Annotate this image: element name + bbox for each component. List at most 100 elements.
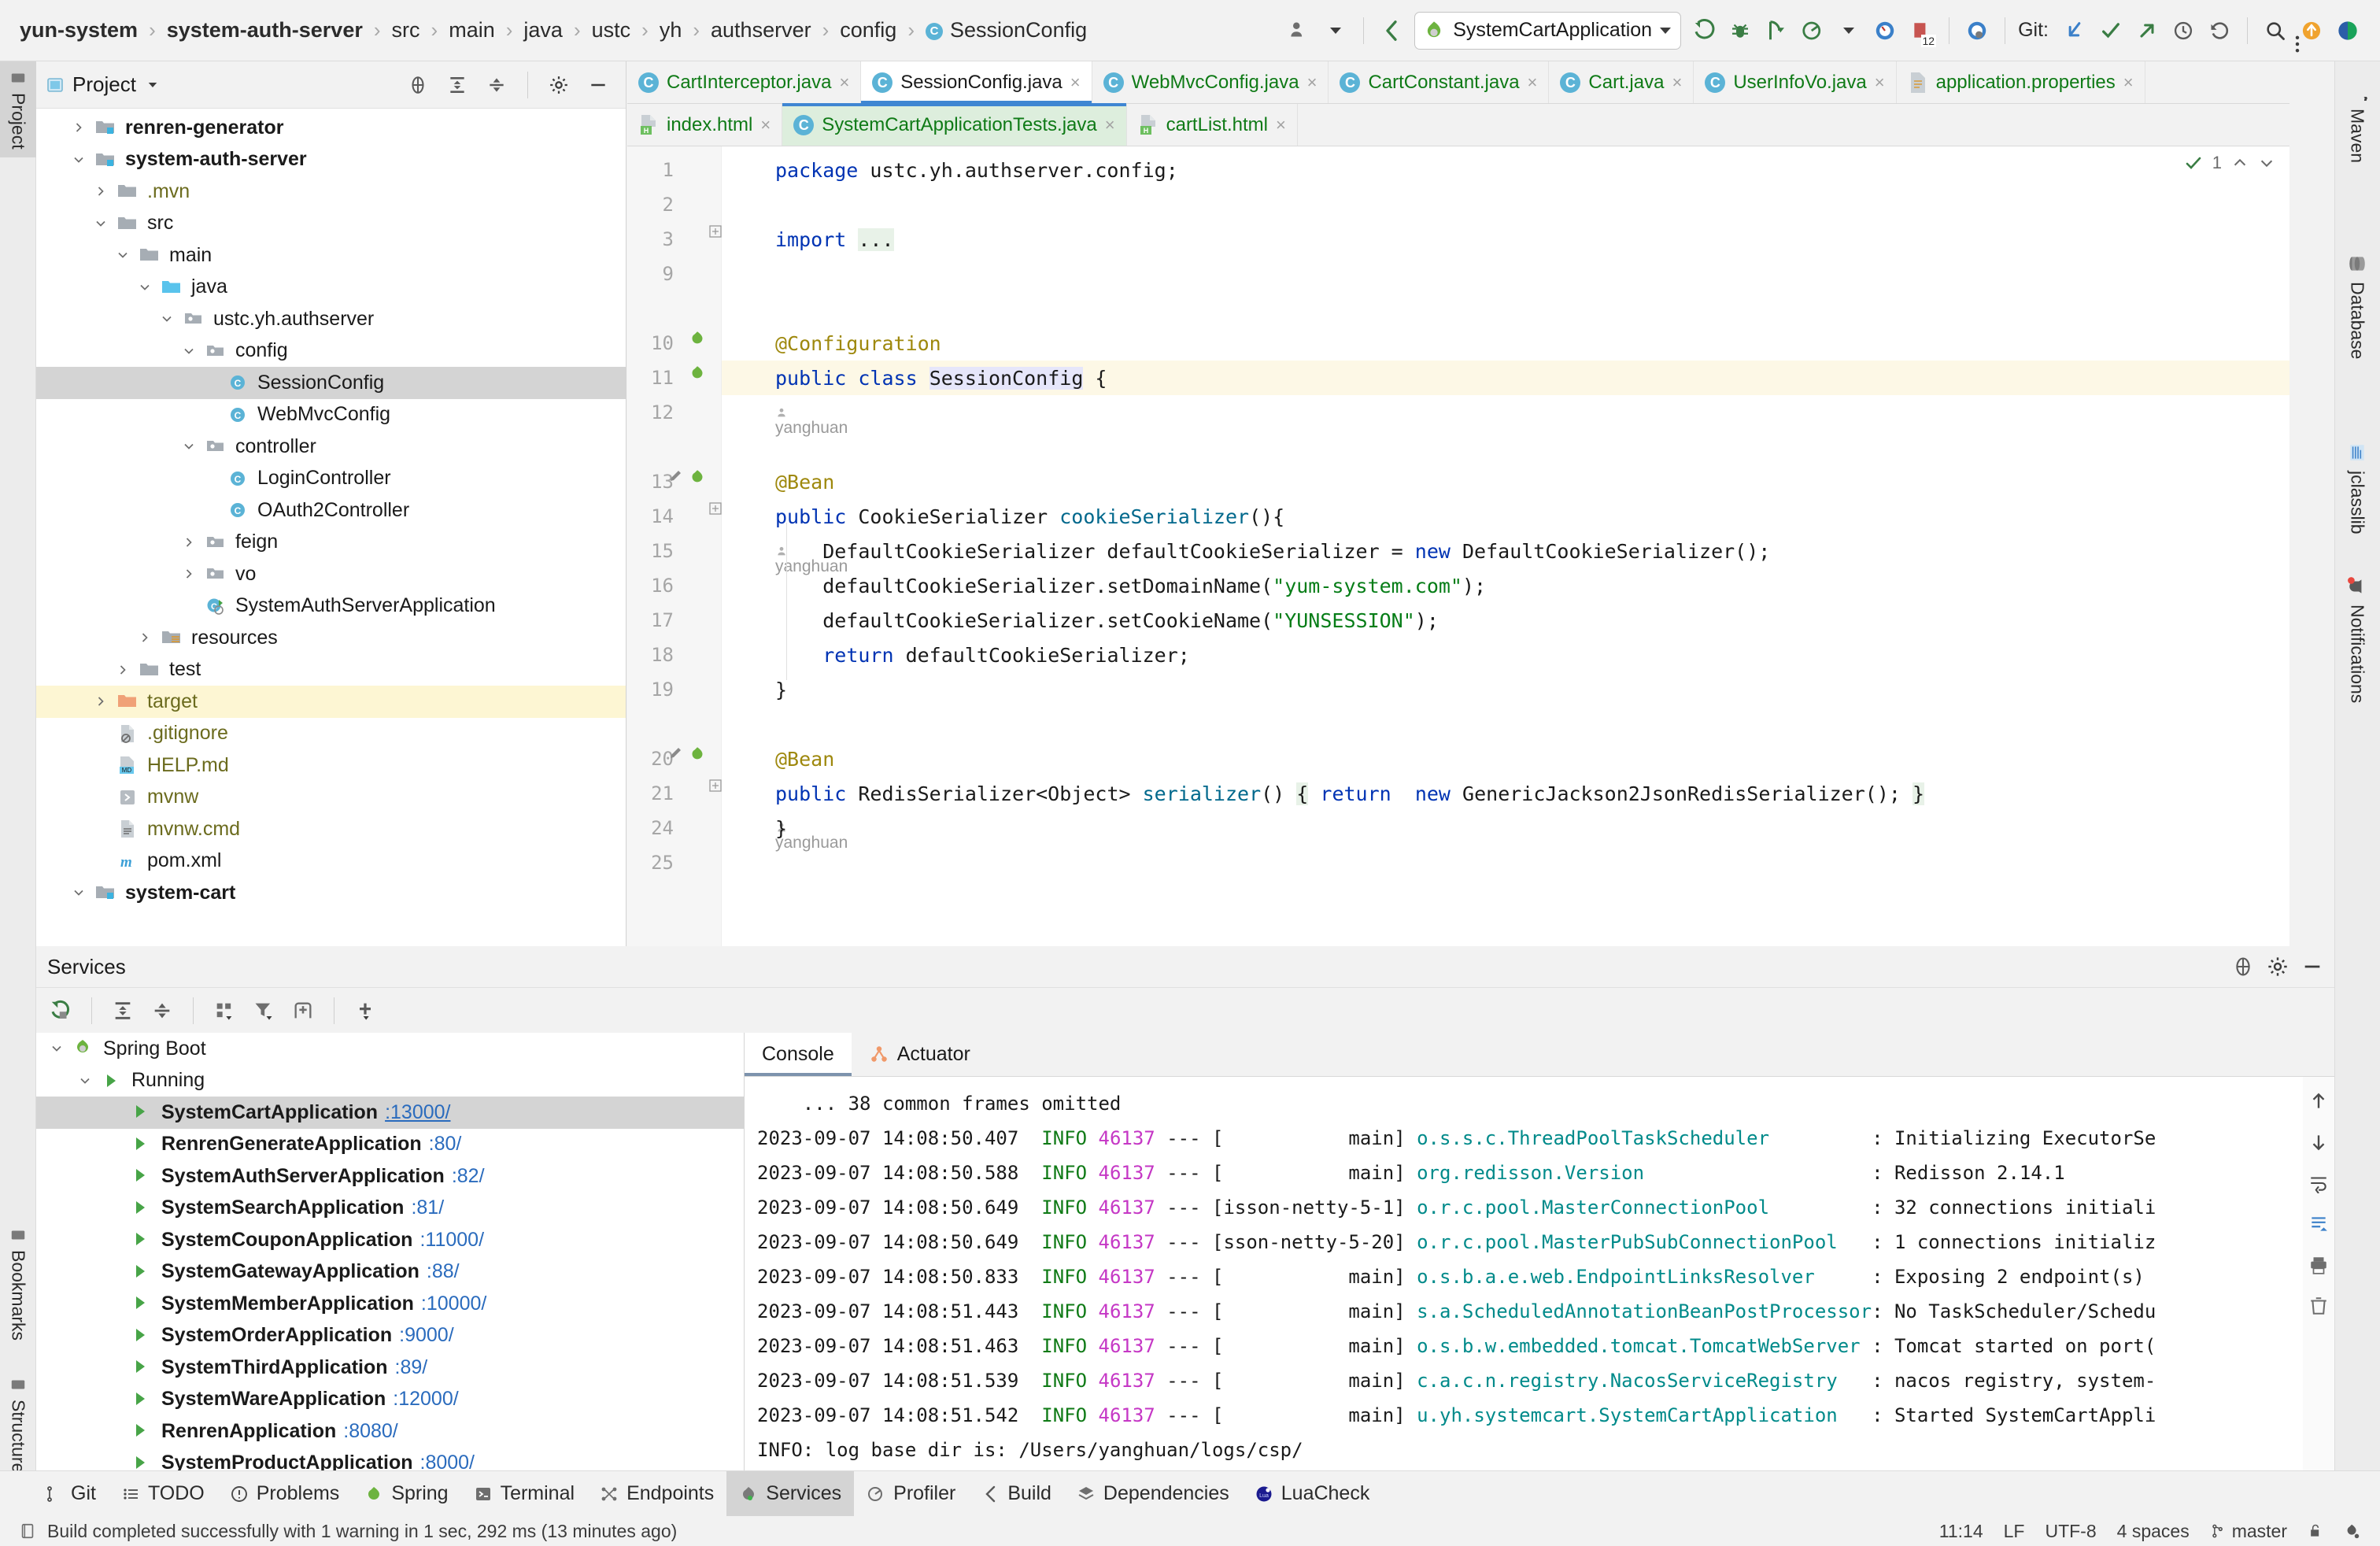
history-icon[interactable] [2165,13,2201,49]
bottom-bar-dependencies[interactable]: Dependencies [1064,1471,1242,1517]
breadcrumb-item-ustc[interactable]: ustc [589,18,634,43]
editor-tab-cartlist-html[interactable]: HcartList.html × [1127,104,1298,146]
project-tree-item-main[interactable]: main [36,239,626,272]
run-icon[interactable] [1686,13,1722,49]
service-item-renrenapplication[interactable]: RenrenApplication:8080/ [36,1415,744,1448]
fold-marker-icon[interactable] [709,225,722,238]
rerun-icon[interactable] [42,993,79,1029]
chevron-down-icon[interactable] [146,78,160,92]
service-port-link[interactable]: :10000/ [421,1293,486,1315]
fold-marker-icon[interactable] [709,779,722,792]
close-icon[interactable]: × [1070,72,1081,93]
add-service-icon[interactable] [347,993,383,1029]
services-tree[interactable]: Spring Boot Running SystemCartApplication:… [36,1033,745,1483]
editor-tab-cartinterceptor-java[interactable]: C CartInterceptor.java × [627,61,862,103]
chevron-down-icon[interactable] [50,1042,72,1055]
project-tree-item-mvnw-cmd[interactable]: mvnw.cmd [36,813,626,845]
editor-tab-cartconstant-java[interactable]: C CartConstant.java × [1329,61,1550,103]
bottom-bar-todo[interactable]: TODO [109,1471,217,1517]
close-icon[interactable]: × [2123,72,2134,93]
unlocked-icon[interactable] [2308,1523,2323,1539]
status-line-separator[interactable]: LF [2004,1521,2025,1542]
service-port-link[interactable]: :13000/ [385,1101,450,1124]
service-item-renrengenerateapplication[interactable]: RenrenGenerateApplication:80/ [36,1129,744,1161]
hide-panel-icon[interactable] [2301,956,2323,978]
debug-icon[interactable] [1722,13,1758,49]
project-tree-item-sessionconfig[interactable]: C SessionConfig [36,367,626,399]
service-port-link[interactable]: :88/ [427,1260,460,1283]
project-tree-item-java[interactable]: java [36,272,626,304]
navigate-back-icon[interactable] [1373,13,1410,49]
close-icon[interactable]: × [1105,115,1115,135]
more-tabs-icon[interactable] [2286,33,2308,55]
editor-tab-row-2[interactable]: Hindex.html × C SystemCartApplicationTests.… [627,103,2289,146]
close-icon[interactable]: × [760,115,771,135]
project-tree-item-ustc-yh-authserver[interactable]: ustc.yh.authserver [36,303,626,335]
close-icon[interactable]: × [1307,72,1318,93]
tool-window-tab-database[interactable]: Database [2334,242,2380,370]
service-item-systemcartapplication[interactable]: SystemCartApplication:13000/ [36,1097,744,1129]
code-editor[interactable]: 1 2 3 9 10 11 12 13 14 15 16 17 18 19 20 21 24 25 yanghua… [627,146,2289,946]
service-port-link[interactable]: :11000/ [419,1229,484,1252]
breadcrumb-item-src[interactable]: src [390,18,423,43]
editor-tab-cart-java[interactable]: C Cart.java × [1549,61,1694,103]
bottom-bar-problems[interactable]: Problems [217,1471,353,1517]
service-port-link[interactable]: :12000/ [393,1388,458,1411]
editor-tab-webmvcconfig-java[interactable]: C WebMvcConfig.java × [1092,61,1329,103]
project-tree-item-test[interactable]: test [36,654,626,686]
collapse-all-icon[interactable] [144,993,180,1029]
chevron-down-icon[interactable] [72,886,94,899]
service-item-systemsearchapplication[interactable]: SystemSearchApplication:81/ [36,1193,744,1225]
spring-gutter-icon[interactable] [687,364,708,384]
close-icon[interactable]: × [1276,115,1286,135]
editor-tab-systemcartapplicationtests-java[interactable]: C SystemCartApplicationTests.java × [782,103,1127,146]
next-highlight-icon[interactable] [2258,154,2275,172]
console-tab-console[interactable]: Console [745,1033,852,1076]
status-encoding[interactable]: UTF-8 [2045,1521,2096,1542]
scroll-up-icon[interactable] [2308,1091,2329,1111]
services-run-icon[interactable] [1867,13,1903,49]
stop-icon[interactable]: 12 [1903,13,1939,49]
settings-icon[interactable] [2267,956,2289,978]
project-tree[interactable]: renren-generator system-auth-server .mvn sr… [36,109,626,946]
run-dashboard-icon[interactable] [1959,13,1995,49]
close-icon[interactable]: × [1528,72,1538,93]
tool-window-tab-jclasslib[interactable]: jclasslib [2334,431,2380,546]
service-port-link[interactable]: :80/ [429,1133,462,1156]
service-item-systemorderapplication[interactable]: SystemOrderApplication:9000/ [36,1320,744,1352]
soft-wrap-icon[interactable] [2308,1173,2329,1193]
bottom-bar-services[interactable]: Services [726,1470,855,1517]
project-tree-item-oauth2controller[interactable]: C OAuth2Controller [36,494,626,527]
close-icon[interactable]: × [839,72,849,93]
tool-window-tab-structure[interactable]: Structure [0,1368,36,1481]
fold-marker-icon[interactable] [709,502,722,515]
service-item-systemwareapplication[interactable]: SystemWareApplication:12000/ [36,1384,744,1416]
collapse-all-icon[interactable] [479,67,515,103]
editor-tab-sessionconfig-java[interactable]: C SessionConfig.java × [861,61,1092,104]
tool-window-tab-notifications[interactable]: Notifications [2334,565,2380,714]
bottom-bar-profiler[interactable]: Profiler [854,1471,968,1517]
project-tree-item-mvnw[interactable]: mvnw [36,782,626,814]
project-tree-item-feign[interactable]: feign [36,527,626,559]
close-icon[interactable]: × [1875,72,1885,93]
breadcrumb-item-main[interactable]: main [446,18,497,43]
service-port-link[interactable]: :82/ [452,1165,485,1188]
attach-profiler-icon[interactable] [1794,13,1831,49]
editor-gutter[interactable]: 1 2 3 9 10 11 12 13 14 15 16 17 18 19 20 21 24 25 [627,146,722,946]
chevron-right-icon[interactable] [139,631,161,644]
project-tree-item-systemauthserverapplication[interactable]: C SystemAuthServerApplication [36,590,626,623]
editor-tab-row-1[interactable]: C CartInterceptor.java × C SessionConfig.jav… [627,61,2289,104]
chevron-down-icon[interactable] [139,281,161,294]
services-tree-item-running[interactable]: Running [36,1065,744,1097]
clear-all-icon[interactable] [2308,1296,2329,1316]
breadcrumb-item-system-auth-server[interactable]: system-auth-server [164,18,365,43]
bean-gutter-icon[interactable] [687,468,708,488]
rollback-icon[interactable] [2201,13,2238,49]
chevron-right-icon[interactable] [72,121,94,134]
service-port-link[interactable]: :8080/ [343,1420,398,1443]
project-tree-item-target[interactable]: target [36,686,626,718]
status-branch[interactable]: master [2210,1521,2287,1542]
editor-tab-userinfovo-java[interactable]: C UserInfoVo.java × [1694,61,1897,103]
service-item-systemcouponapplication[interactable]: SystemCouponApplication:11000/ [36,1224,744,1256]
settings-icon[interactable] [541,67,577,103]
